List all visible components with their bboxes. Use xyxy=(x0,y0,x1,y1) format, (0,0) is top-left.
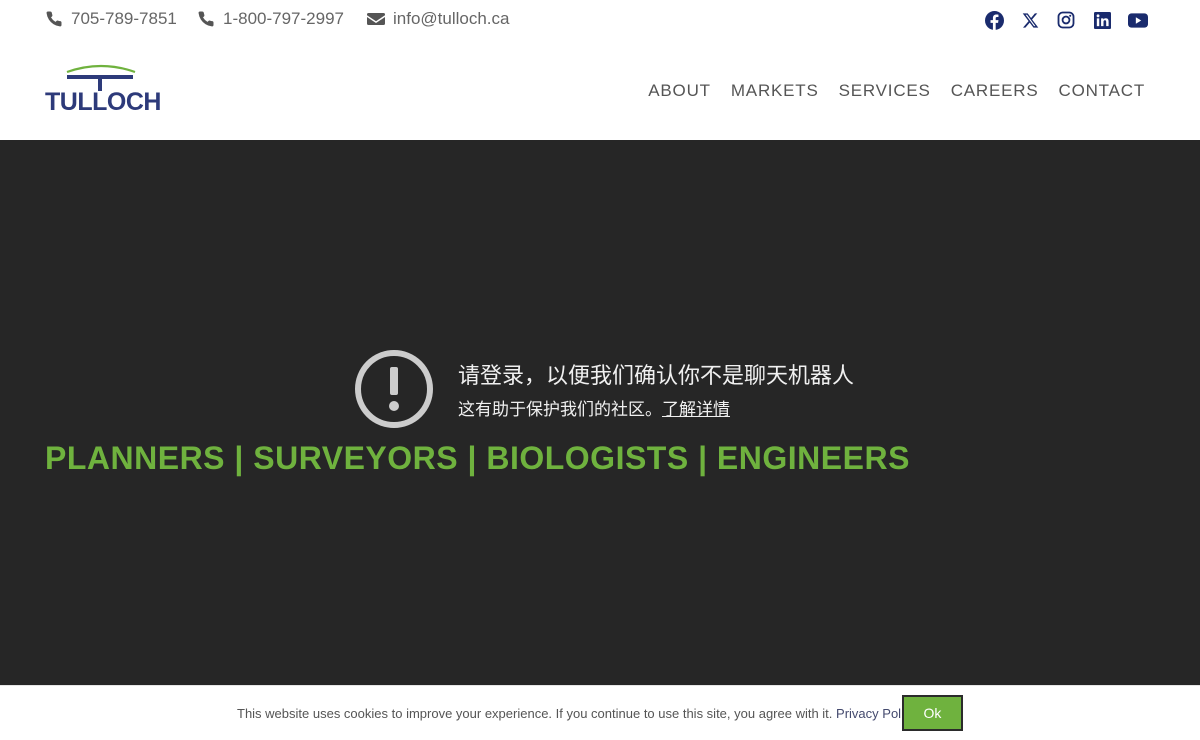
hero-tagline: PLANNERS | SURVEYORS | BIOLOGISTS | ENGI… xyxy=(45,440,910,476)
cookie-text: This website uses cookies to improve you… xyxy=(237,706,833,721)
tulloch-logo[interactable]: TULLOCH xyxy=(45,64,161,120)
phone-2-text[interactable]: 1-800-797-2997 xyxy=(223,9,344,29)
learn-more-link[interactable]: 了解详情 xyxy=(662,400,730,420)
envelope-icon xyxy=(367,13,385,25)
top-contact-bar: 705-789-7851 1-800-797-2997 info@tulloch… xyxy=(0,0,1200,42)
email-text[interactable]: info@tulloch.ca xyxy=(393,9,510,29)
site-header: TULLOCH ABOUT MARKETS SERVICES CAREERS C… xyxy=(0,42,1200,140)
nav-about[interactable]: ABOUT xyxy=(648,81,711,101)
nav-services[interactable]: SERVICES xyxy=(839,81,931,101)
alert-subtitle: 这有助于保护我们的社区。了解详情 xyxy=(458,395,730,420)
instagram-icon[interactable] xyxy=(1056,10,1076,30)
cookie-message: This website uses cookies to improve you… xyxy=(237,706,917,721)
nav-markets[interactable]: MARKETS xyxy=(731,81,819,101)
phone-1-text[interactable]: 705-789-7851 xyxy=(71,9,177,29)
main-nav: ABOUT MARKETS SERVICES CAREERS CONTACT xyxy=(648,81,1145,101)
youtube-icon[interactable] xyxy=(1128,10,1148,30)
nav-careers[interactable]: CAREERS xyxy=(951,81,1039,101)
alert-title: 请登录，以便我们确认你不是聊天机器人 xyxy=(458,364,855,389)
phone-contact-1[interactable]: 705-789-7851 xyxy=(45,9,177,29)
linkedin-icon[interactable] xyxy=(1092,10,1112,30)
exclamation-circle-icon xyxy=(355,350,433,428)
logo-wordmark: TULLOCH xyxy=(45,88,161,116)
alert-subtitle-text: 这有助于保护我们的社区。 xyxy=(458,400,662,420)
facebook-icon[interactable] xyxy=(984,10,1004,30)
phone-icon xyxy=(198,11,214,27)
phone-contact-2[interactable]: 1-800-797-2997 xyxy=(197,9,344,29)
phone-icon xyxy=(46,11,62,27)
cookie-ok-button[interactable]: Ok xyxy=(902,695,963,731)
email-contact[interactable]: info@tulloch.ca xyxy=(367,9,510,29)
nav-contact[interactable]: CONTACT xyxy=(1059,81,1146,101)
hero-section: 请登录，以便我们确认你不是聊天机器人 这有助于保护我们的社区。了解详情 PLAN… xyxy=(0,140,1200,685)
social-links xyxy=(984,10,1148,30)
cookie-banner: This website uses cookies to improve you… xyxy=(0,685,1200,740)
x-icon[interactable] xyxy=(1020,10,1040,30)
